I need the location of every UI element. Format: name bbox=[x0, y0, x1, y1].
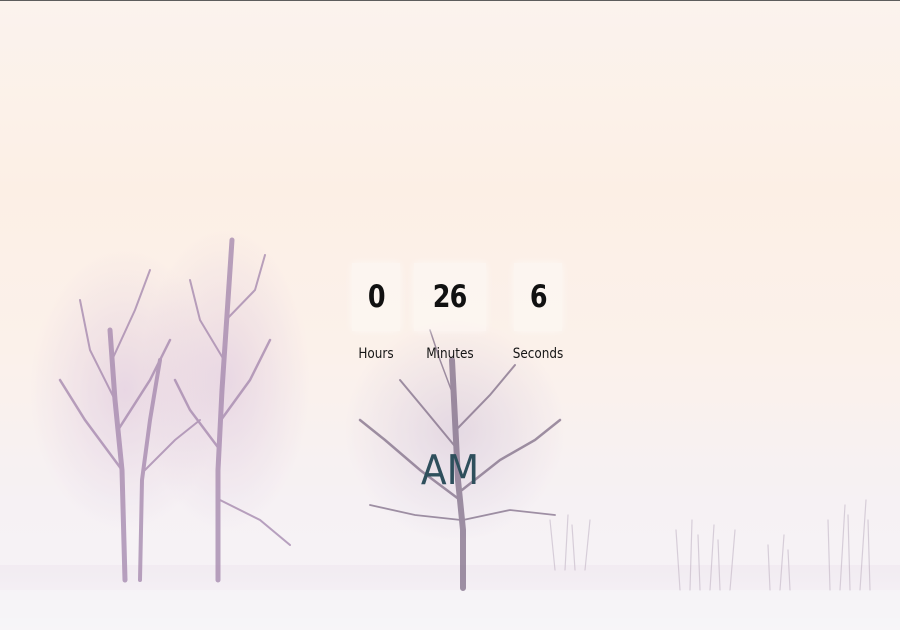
hours-label: Hours bbox=[358, 346, 394, 362]
seconds-value: 6 bbox=[529, 279, 548, 315]
countdown-timer: 0 Hours 26 Minutes 6 Seconds bbox=[338, 263, 570, 373]
hours-box: 0 bbox=[352, 263, 400, 331]
seconds-box: 6 bbox=[514, 263, 562, 331]
minutes-label: Minutes bbox=[426, 346, 474, 362]
seconds-unit: 6 Seconds bbox=[500, 263, 576, 362]
seconds-label: Seconds bbox=[512, 346, 564, 362]
minutes-unit: 26 Minutes bbox=[412, 263, 488, 362]
minutes-box: 26 bbox=[414, 263, 486, 331]
hours-unit: 0 Hours bbox=[338, 263, 414, 362]
minutes-value: 26 bbox=[433, 279, 468, 315]
meridiem-indicator: AM bbox=[420, 446, 480, 494]
hours-value: 0 bbox=[367, 279, 386, 315]
